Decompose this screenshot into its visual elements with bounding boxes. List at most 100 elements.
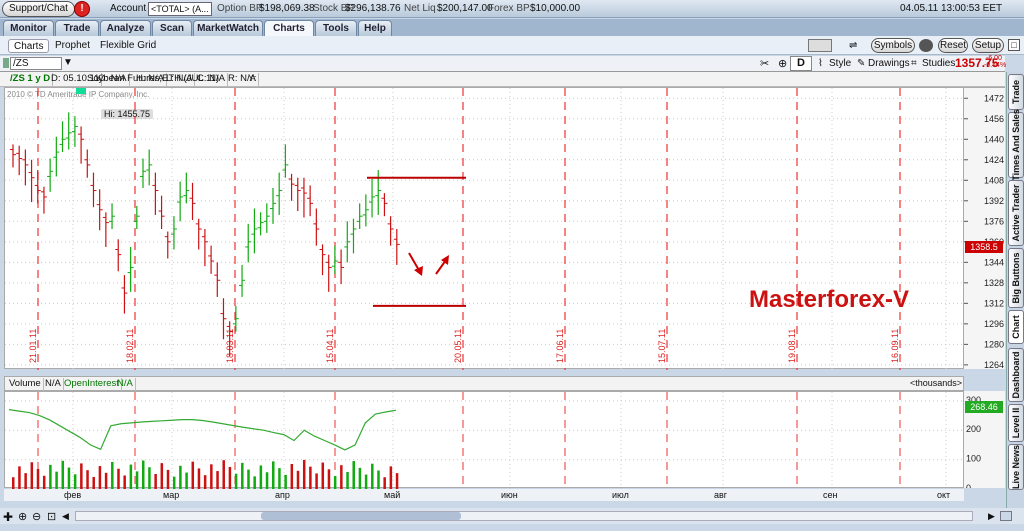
- fit-icon[interactable]: ⊡: [47, 510, 56, 523]
- horizontal-scrollbar[interactable]: [75, 511, 973, 521]
- alert-icon[interactable]: !: [74, 1, 90, 17]
- side-tab-times-and-sales[interactable]: Times And Sales: [1008, 109, 1024, 181]
- subtab-charts[interactable]: Charts: [8, 39, 50, 53]
- volume-bar: [18, 466, 21, 489]
- volume-bar: [228, 466, 232, 489]
- date-marker-label: 21.01.11: [28, 329, 38, 363]
- layout-selector[interactable]: [808, 39, 832, 52]
- tools-icon[interactable]: ✂: [760, 57, 769, 70]
- studies-button[interactable]: Studies: [922, 58, 955, 69]
- volume-tick-label: 0: [966, 483, 971, 488]
- volume-bar: [160, 463, 164, 489]
- volume-bar: [197, 468, 201, 489]
- volume-bar: [123, 475, 126, 489]
- expand-icon[interactable]: [1000, 511, 1012, 521]
- link-icon[interactable]: ⇌: [849, 40, 867, 51]
- date-marker-label: 16.09.11: [890, 329, 900, 363]
- forex-bp-value: $10,000.00: [530, 3, 581, 14]
- tab-trade[interactable]: Trade: [55, 20, 99, 36]
- tab-marketwatch[interactable]: MarketWatch: [193, 20, 263, 36]
- side-tab-live-news[interactable]: Live News: [1008, 444, 1024, 490]
- maximize-icon[interactable]: □: [1008, 39, 1020, 51]
- stock-bp-value: $296,138.76: [345, 3, 401, 14]
- volume-bar: [259, 465, 263, 489]
- tab-help[interactable]: Help: [358, 20, 392, 36]
- volume-bar: [30, 462, 34, 489]
- volume-bar: [67, 467, 71, 489]
- chart-link-icon[interactable]: [3, 58, 9, 68]
- setup-button[interactable]: Setup: [972, 38, 1004, 53]
- volume-panel[interactable]: [4, 391, 965, 490]
- volume-bar: [315, 473, 318, 489]
- scroll-right-icon[interactable]: ▶: [988, 511, 995, 522]
- volume-bar: [203, 475, 207, 489]
- scroll-left-icon[interactable]: ◀: [62, 511, 72, 521]
- symbol-input[interactable]: /ZS: [10, 57, 62, 70]
- volume-bar: [86, 470, 89, 489]
- volume-bar: [383, 477, 386, 489]
- price-tick-label: 1424: [984, 155, 1004, 165]
- subtab-prophet[interactable]: Prophet: [50, 39, 95, 53]
- price-tick-label: 1312: [984, 298, 1004, 308]
- top-status-bar: Support/Chat ! Account <TOTAL> (A... Opt…: [0, 0, 1024, 18]
- volume-bar: [272, 461, 275, 489]
- scrollbar-thumb[interactable]: [261, 512, 461, 520]
- volume-bar: [12, 477, 15, 489]
- price-chart: 21.01.1118.02.1118.03.1115.04.1120.05.11…: [5, 88, 965, 370]
- volume-bar: [154, 474, 157, 489]
- drawings-button[interactable]: Drawings: [868, 58, 910, 69]
- subtab-flexible-grid[interactable]: Flexible Grid: [95, 39, 161, 53]
- reset-button[interactable]: Reset: [938, 38, 968, 53]
- crosshair-icon[interactable]: ⊕: [778, 57, 787, 70]
- watermark: Masterforex-V: [749, 286, 910, 313]
- volume-bar: [352, 461, 355, 489]
- period-selector[interactable]: D: [790, 56, 812, 71]
- volume-bar: [216, 471, 219, 489]
- price-tick-label: 1344: [984, 257, 1004, 267]
- tab-monitor[interactable]: Monitor: [3, 20, 54, 36]
- zoom-icon[interactable]: ⊕: [18, 510, 27, 523]
- main-tabs: Monitor Trade Analyze Scan MarketWatch C…: [0, 19, 1024, 36]
- support-chat-button[interactable]: Support/Chat: [2, 1, 75, 17]
- account-select[interactable]: <TOTAL> (A...: [148, 2, 212, 16]
- symbol-dropdown-icon[interactable]: ▼: [63, 57, 73, 68]
- forex-bp-label: Forex BP: [488, 3, 530, 14]
- volume-bar: [284, 474, 287, 489]
- tab-analyze[interactable]: Analyze: [100, 20, 151, 36]
- volume-bar: [346, 471, 349, 489]
- current-price-tag: 1358.5: [965, 241, 1003, 253]
- volume-chart: [5, 392, 965, 490]
- zoom-out-icon[interactable]: ⊖: [32, 510, 41, 523]
- date-marker-label: 15.07.11: [657, 329, 667, 363]
- tab-scan[interactable]: Scan: [152, 20, 192, 36]
- drawings-icon[interactable]: ✎: [857, 58, 865, 69]
- symbols-button[interactable]: Symbols: [871, 38, 915, 53]
- tab-charts[interactable]: Charts: [264, 20, 314, 36]
- volume-bar: [172, 476, 176, 489]
- style-icon[interactable]: ⌇: [818, 58, 823, 69]
- time-axis: фев мар апр май июн июл авг сен окт: [4, 489, 964, 501]
- side-tab-dashboard[interactable]: Dashboard: [1008, 348, 1024, 402]
- price-tick-label: 1280: [984, 339, 1004, 349]
- price-axis: 1472145614401424140813921376136013441328…: [964, 87, 1005, 370]
- studies-icon[interactable]: ⌗: [911, 58, 917, 69]
- tab-tools[interactable]: Tools: [315, 20, 357, 36]
- volume-bar: [55, 471, 58, 489]
- price-tick-label: 1456: [984, 114, 1004, 124]
- side-tab-level-ii[interactable]: Level II: [1008, 404, 1024, 442]
- side-tab-active-trader[interactable]: Active Trader: [1008, 180, 1024, 246]
- price-chart-panel[interactable]: 2010 © TD Ameritrade IP Company, Inc. So…: [4, 73, 965, 370]
- print-icon[interactable]: [919, 39, 933, 52]
- price-axis-ticks: 1472145614401424140813921376136013441328…: [964, 93, 1004, 370]
- price-tick-label: 1296: [984, 319, 1004, 329]
- side-tab-big-buttons[interactable]: Big Buttons: [1008, 248, 1024, 308]
- side-tab-chart[interactable]: Chart: [1008, 310, 1024, 344]
- style-button[interactable]: Style: [829, 58, 851, 69]
- volume-bar: [377, 470, 380, 489]
- zoom-in-icon[interactable]: ✚: [3, 510, 13, 524]
- price-tick-label: 1328: [984, 278, 1004, 288]
- side-tab-trade[interactable]: Trade: [1008, 74, 1024, 110]
- time-axis-label: апр: [275, 490, 290, 500]
- volume-bar: [278, 468, 281, 489]
- volume-bar: [389, 466, 393, 489]
